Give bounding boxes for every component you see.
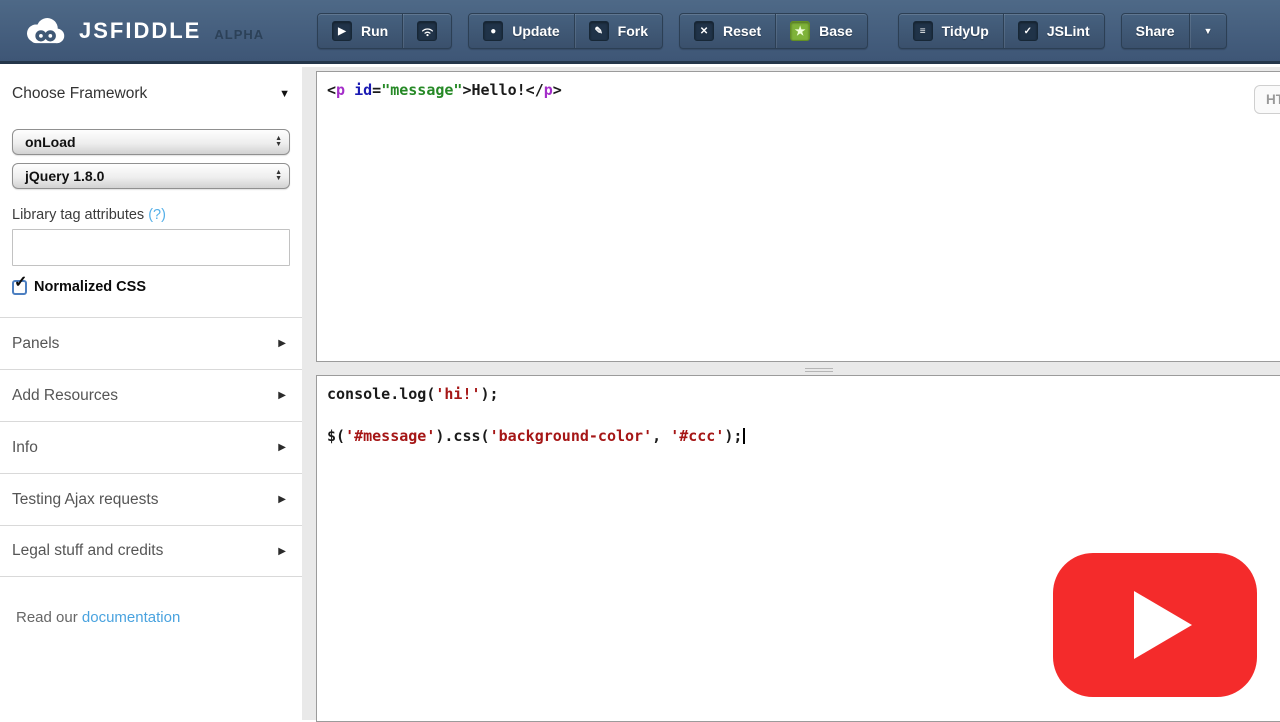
choose-framework-header[interactable]: Choose Framework ▼ <box>12 85 290 103</box>
x-icon: ✕ <box>694 21 714 41</box>
select-arrows-icon: ▲▼ <box>275 136 282 148</box>
html-panel-badge: HTML <box>1254 85 1280 114</box>
sidebar-item-panels[interactable]: Panels ▶ <box>0 317 302 369</box>
run-button-group: ▶ Run <box>317 13 452 49</box>
fork-label: Fork <box>618 23 648 39</box>
youtube-play-button[interactable] <box>1053 553 1257 697</box>
run-remote-button[interactable] <box>402 14 451 48</box>
reset-label: Reset <box>723 23 761 39</box>
framework-select[interactable]: jQuery 1.8.0 ▲▼ <box>12 163 290 189</box>
normalized-css-label: Normalized CSS <box>34 279 146 295</box>
library-tag-attributes-input[interactable] <box>12 229 290 266</box>
pencil-icon: ✎ <box>589 21 609 41</box>
chevron-right-icon: ▶ <box>278 390 286 401</box>
share-group: Share ▼ <box>1121 13 1228 49</box>
share-button[interactable]: Share <box>1122 14 1189 48</box>
update-fork-group: ● Update ✎ Fork <box>468 13 663 49</box>
library-tag-attributes-label: Library tag attributes (?) <box>12 207 290 223</box>
top-navbar: JSFIDDLE ALPHA ▶ Run ● Upda <box>0 0 1280 64</box>
toolbar: ▶ Run ● Update ✎ Fork <box>317 13 1227 49</box>
run-button[interactable]: ▶ Run <box>318 14 402 48</box>
jslint-button[interactable]: ✓ JSLint <box>1003 14 1104 48</box>
jsfiddle-logo[interactable]: JSFIDDLE ALPHA <box>18 14 264 48</box>
reset-button[interactable]: ✕ Reset <box>680 14 775 48</box>
list-lines-icon: ≡ <box>913 21 933 41</box>
wifi-icon <box>417 21 437 41</box>
cloud-infinity-icon <box>18 14 70 48</box>
fork-button[interactable]: ✎ Fork <box>574 14 662 48</box>
html-editor-panel[interactable]: <p id="message">Hello!</p> HTML <box>316 71 1280 362</box>
dot-icon: ● <box>483 21 503 41</box>
panel-resize-handle[interactable] <box>805 368 833 372</box>
share-dropdown-button[interactable]: ▼ <box>1189 14 1227 48</box>
onload-select-value: onLoad <box>25 134 76 150</box>
sidebar-item-legal[interactable]: Legal stuff and credits ▶ <box>0 525 302 577</box>
sidebar-sections: Panels ▶ Add Resources ▶ Info ▶ Testing … <box>0 317 302 577</box>
star-icon: ★ <box>790 21 810 41</box>
html-code[interactable]: <p id="message">Hello!</p> <box>317 72 1280 109</box>
framework-select-value: jQuery 1.8.0 <box>25 168 104 184</box>
sidebar-item-add-resources[interactable]: Add Resources ▶ <box>0 369 302 421</box>
update-label: Update <box>512 23 559 39</box>
sidebar-item-info[interactable]: Info ▶ <box>0 421 302 473</box>
tidyup-button[interactable]: ≡ TidyUp <box>899 14 1003 48</box>
play-icon: ▶ <box>332 21 352 41</box>
chevron-right-icon: ▶ <box>278 338 286 349</box>
logo-title: JSFIDDLE <box>79 18 201 44</box>
sidebar-footer: Read our documentation <box>0 609 302 626</box>
update-button[interactable]: ● Update <box>469 14 573 48</box>
normalized-css-row: ✓ Normalized CSS <box>12 279 290 295</box>
sidebar-item-testing-ajax[interactable]: Testing Ajax requests ▶ <box>0 473 302 525</box>
text-cursor <box>743 428 745 444</box>
documentation-link[interactable]: documentation <box>82 609 180 626</box>
normalized-css-checkbox[interactable]: ✓ <box>12 280 27 295</box>
check-icon: ✓ <box>1018 21 1038 41</box>
onload-select[interactable]: onLoad ▲▼ <box>12 129 290 155</box>
chevron-down-icon: ▼ <box>279 88 290 100</box>
jslint-label: JSLint <box>1047 23 1090 39</box>
tidy-lint-group: ≡ TidyUp ✓ JSLint <box>898 13 1105 49</box>
chevron-down-icon: ▼ <box>1204 26 1213 36</box>
tidyup-label: TidyUp <box>942 23 989 39</box>
base-button[interactable]: ★ Base <box>775 14 866 48</box>
chevron-right-icon: ▶ <box>278 494 286 505</box>
alpha-badge: ALPHA <box>214 27 264 42</box>
run-label: Run <box>361 23 388 39</box>
reset-base-group: ✕ Reset ★ Base <box>679 13 868 49</box>
chevron-right-icon: ▶ <box>278 546 286 557</box>
help-link[interactable]: (?) <box>148 207 166 223</box>
select-arrows-icon: ▲▼ <box>275 170 282 182</box>
chevron-right-icon: ▶ <box>278 442 286 453</box>
play-triangle-icon <box>1134 591 1192 659</box>
footer-text: Read our <box>16 609 78 626</box>
js-code[interactable]: console.log('hi!');$('#message').css('ba… <box>317 376 1280 455</box>
checkmark-icon: ✓ <box>14 272 27 292</box>
base-label: Base <box>819 23 852 39</box>
sidebar: Choose Framework ▼ onLoad ▲▼ jQuery 1.8.… <box>0 67 302 720</box>
share-label: Share <box>1136 23 1175 39</box>
choose-framework-label: Choose Framework <box>12 85 147 103</box>
